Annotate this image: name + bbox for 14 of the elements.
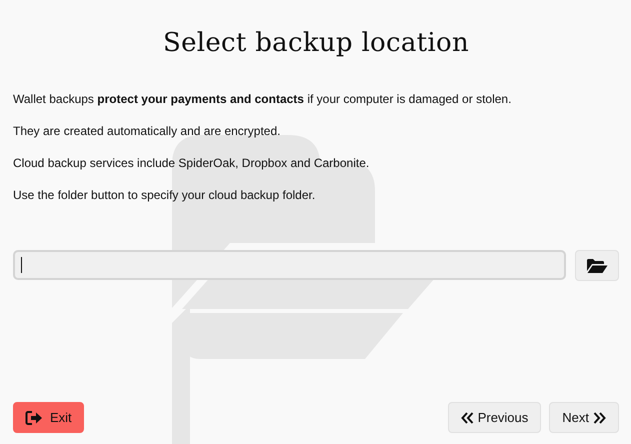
previous-button[interactable]: Previous [448,402,542,433]
exit-button[interactable]: Exit [13,402,84,433]
folder-path-field[interactable] [13,250,566,280]
paragraph: They are created automatically and are encrypted. [13,124,280,139]
next-button[interactable]: Next [549,402,619,433]
folder-open-icon [586,258,608,274]
paragraph: Wallet backups protect your payments and contacts if your computer is damaged or stolen. [13,92,512,107]
folder-button[interactable] [575,250,619,281]
page-title: Select backup location [162,28,470,58]
exit-icon [25,410,43,426]
double-chevron-left-icon [460,412,474,424]
paragraph: Cloud backup services include SpiderOak, Dropbox and Carbonite. [13,156,370,171]
paragraph: Use the folder button to specify your cloud backup folder. [13,188,316,203]
double-chevron-right-icon [593,412,606,424]
